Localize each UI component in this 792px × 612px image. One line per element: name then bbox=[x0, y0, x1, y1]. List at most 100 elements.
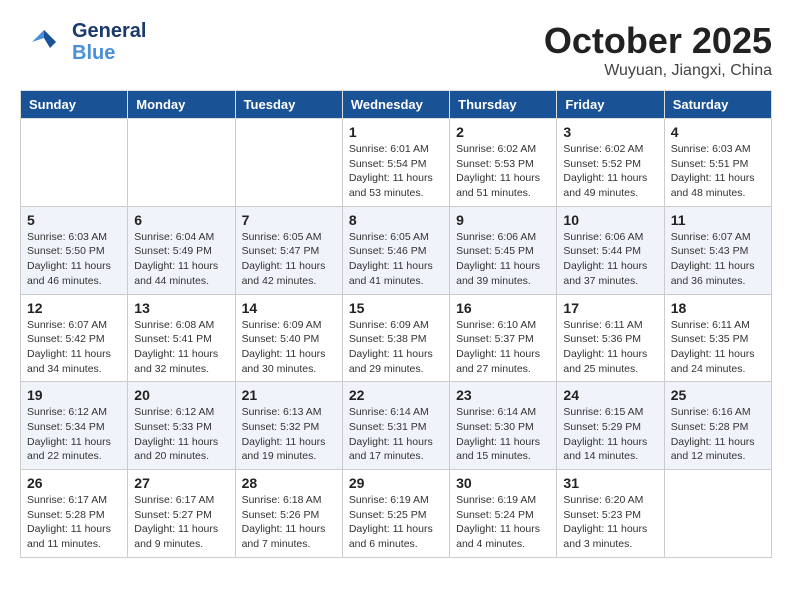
calendar-cell: 5 Sunrise: 6:03 AM Sunset: 5:50 PM Daylig… bbox=[21, 206, 128, 294]
day-number: 27 bbox=[134, 475, 228, 491]
day-number: 24 bbox=[563, 387, 657, 403]
day-info: Sunrise: 6:02 AM Sunset: 5:53 PM Dayligh… bbox=[456, 142, 550, 201]
calendar-cell: 7Sunrise: 6:05 AM Sunset: 5:47 PM Daylig… bbox=[235, 206, 342, 294]
day-number: 11 bbox=[671, 212, 765, 228]
calendar-table: SundayMondayTuesdayWednesdayThursdayFrid… bbox=[20, 90, 772, 558]
weekday-header-sunday: Sunday bbox=[21, 91, 128, 119]
calendar-cell bbox=[664, 470, 771, 558]
day-number: 23 bbox=[456, 387, 550, 403]
day-info: Sunrise: 6:04 AM Sunset: 5:49 PM Dayligh… bbox=[134, 230, 228, 289]
day-number: 16 bbox=[456, 300, 550, 316]
calendar-cell: 30 Sunrise: 6:19 AM Sunset: 5:24 PM Dayli… bbox=[450, 470, 557, 558]
day-number: 6 bbox=[134, 212, 228, 228]
day-number: 8 bbox=[349, 212, 443, 228]
calendar-cell: 4 Sunrise: 6:03 AM Sunset: 5:51 PM Daylig… bbox=[664, 119, 771, 207]
calendar-cell: 26 Sunrise: 6:17 AM Sunset: 5:28 PM Dayli… bbox=[21, 470, 128, 558]
day-number: 15 bbox=[349, 300, 443, 316]
day-number: 25 bbox=[671, 387, 765, 403]
day-number: 2 bbox=[456, 124, 550, 140]
day-number: 13 bbox=[134, 300, 228, 316]
day-info: Sunrise: 6:10 AM Sunset: 5:37 PM Dayligh… bbox=[456, 318, 550, 377]
weekday-header-wednesday: Wednesday bbox=[342, 91, 449, 119]
day-number: 12 bbox=[27, 300, 121, 316]
calendar-cell: 22 Sunrise: 6:14 AM Sunset: 5:31 PM Dayli… bbox=[342, 382, 449, 470]
title-block: October 2025 Wuyuan, Jiangxi, China bbox=[544, 20, 772, 80]
calendar-cell: 3 Sunrise: 6:02 AM Sunset: 5:52 PM Daylig… bbox=[557, 119, 664, 207]
calendar-cell: 19 Sunrise: 6:12 AM Sunset: 5:34 PM Dayli… bbox=[21, 382, 128, 470]
calendar-cell: 21Sunrise: 6:13 AM Sunset: 5:32 PM Dayli… bbox=[235, 382, 342, 470]
day-info: Sunrise: 6:03 AM Sunset: 5:51 PM Dayligh… bbox=[671, 142, 765, 201]
day-info: Sunrise: 6:05 AM Sunset: 5:47 PM Dayligh… bbox=[242, 230, 336, 289]
day-info: Sunrise: 6:14 AM Sunset: 5:31 PM Dayligh… bbox=[349, 405, 443, 464]
day-number: 20 bbox=[134, 387, 228, 403]
day-info: Sunrise: 6:07 AM Sunset: 5:42 PM Dayligh… bbox=[27, 318, 121, 377]
calendar-cell: 15 Sunrise: 6:09 AM Sunset: 5:38 PM Dayli… bbox=[342, 294, 449, 382]
day-number: 26 bbox=[27, 475, 121, 491]
calendar-cell: 12 Sunrise: 6:07 AM Sunset: 5:42 PM Dayli… bbox=[21, 294, 128, 382]
page-header: General Blue October 2025 Wuyuan, Jiangx… bbox=[20, 20, 772, 80]
day-number: 31 bbox=[563, 475, 657, 491]
day-info: Sunrise: 6:12 AM Sunset: 5:33 PM Dayligh… bbox=[134, 405, 228, 464]
day-number: 4 bbox=[671, 124, 765, 140]
logo-line1: General bbox=[72, 20, 146, 42]
calendar-cell: 11 Sunrise: 6:07 AM Sunset: 5:43 PM Dayli… bbox=[664, 206, 771, 294]
logo-bird-icon bbox=[20, 22, 68, 62]
day-info: Sunrise: 6:18 AM Sunset: 5:26 PM Dayligh… bbox=[242, 493, 336, 552]
day-number: 18 bbox=[671, 300, 765, 316]
day-number: 28 bbox=[242, 475, 336, 491]
calendar-cell: 8Sunrise: 6:05 AM Sunset: 5:46 PM Daylig… bbox=[342, 206, 449, 294]
day-number: 21 bbox=[242, 387, 336, 403]
day-info: Sunrise: 6:19 AM Sunset: 5:24 PM Dayligh… bbox=[456, 493, 550, 552]
calendar-cell: 25 Sunrise: 6:16 AM Sunset: 5:28 PM Dayli… bbox=[664, 382, 771, 470]
weekday-header-tuesday: Tuesday bbox=[235, 91, 342, 119]
calendar-cell: 2 Sunrise: 6:02 AM Sunset: 5:53 PM Daylig… bbox=[450, 119, 557, 207]
day-info: Sunrise: 6:08 AM Sunset: 5:41 PM Dayligh… bbox=[134, 318, 228, 377]
day-info: Sunrise: 6:06 AM Sunset: 5:44 PM Dayligh… bbox=[563, 230, 657, 289]
day-info: Sunrise: 6:17 AM Sunset: 5:27 PM Dayligh… bbox=[134, 493, 228, 552]
day-number: 3 bbox=[563, 124, 657, 140]
day-info: Sunrise: 6:12 AM Sunset: 5:34 PM Dayligh… bbox=[27, 405, 121, 464]
calendar-cell bbox=[235, 119, 342, 207]
day-info: Sunrise: 6:16 AM Sunset: 5:28 PM Dayligh… bbox=[671, 405, 765, 464]
day-number: 10 bbox=[563, 212, 657, 228]
day-info: Sunrise: 6:19 AM Sunset: 5:25 PM Dayligh… bbox=[349, 493, 443, 552]
calendar-cell: 17Sunrise: 6:11 AM Sunset: 5:36 PM Dayli… bbox=[557, 294, 664, 382]
weekday-header-saturday: Saturday bbox=[664, 91, 771, 119]
logo: General Blue bbox=[20, 20, 146, 64]
location-subtitle: Wuyuan, Jiangxi, China bbox=[544, 62, 772, 80]
calendar-cell: 6 Sunrise: 6:04 AM Sunset: 5:49 PM Daylig… bbox=[128, 206, 235, 294]
day-number: 1 bbox=[349, 124, 443, 140]
calendar-cell bbox=[128, 119, 235, 207]
day-number: 29 bbox=[349, 475, 443, 491]
day-info: Sunrise: 6:11 AM Sunset: 5:35 PM Dayligh… bbox=[671, 318, 765, 377]
day-info: Sunrise: 6:11 AM Sunset: 5:36 PM Dayligh… bbox=[563, 318, 657, 377]
day-info: Sunrise: 6:20 AM Sunset: 5:23 PM Dayligh… bbox=[563, 493, 657, 552]
day-number: 5 bbox=[27, 212, 121, 228]
day-info: Sunrise: 6:02 AM Sunset: 5:52 PM Dayligh… bbox=[563, 142, 657, 201]
calendar-cell bbox=[21, 119, 128, 207]
day-number: 14 bbox=[242, 300, 336, 316]
weekday-header-thursday: Thursday bbox=[450, 91, 557, 119]
day-number: 22 bbox=[349, 387, 443, 403]
day-info: Sunrise: 6:07 AM Sunset: 5:43 PM Dayligh… bbox=[671, 230, 765, 289]
calendar-cell: 18 Sunrise: 6:11 AM Sunset: 5:35 PM Dayli… bbox=[664, 294, 771, 382]
calendar-cell: 27 Sunrise: 6:17 AM Sunset: 5:27 PM Dayli… bbox=[128, 470, 235, 558]
month-title: October 2025 bbox=[544, 20, 772, 62]
day-info: Sunrise: 6:17 AM Sunset: 5:28 PM Dayligh… bbox=[27, 493, 121, 552]
day-info: Sunrise: 6:01 AM Sunset: 5:54 PM Dayligh… bbox=[349, 142, 443, 201]
calendar-cell: 10 Sunrise: 6:06 AM Sunset: 5:44 PM Dayli… bbox=[557, 206, 664, 294]
calendar-cell: 20 Sunrise: 6:12 AM Sunset: 5:33 PM Dayli… bbox=[128, 382, 235, 470]
day-info: Sunrise: 6:09 AM Sunset: 5:38 PM Dayligh… bbox=[349, 318, 443, 377]
calendar-cell: 13 Sunrise: 6:08 AM Sunset: 5:41 PM Dayli… bbox=[128, 294, 235, 382]
logo-line2: Blue bbox=[72, 42, 146, 64]
day-info: Sunrise: 6:03 AM Sunset: 5:50 PM Dayligh… bbox=[27, 230, 121, 289]
weekday-header-friday: Friday bbox=[557, 91, 664, 119]
calendar-cell: 1 Sunrise: 6:01 AM Sunset: 5:54 PM Daylig… bbox=[342, 119, 449, 207]
weekday-header-monday: Monday bbox=[128, 91, 235, 119]
day-number: 19 bbox=[27, 387, 121, 403]
day-number: 30 bbox=[456, 475, 550, 491]
day-info: Sunrise: 6:09 AM Sunset: 5:40 PM Dayligh… bbox=[242, 318, 336, 377]
calendar-cell: 24 Sunrise: 6:15 AM Sunset: 5:29 PM Dayli… bbox=[557, 382, 664, 470]
day-info: Sunrise: 6:15 AM Sunset: 5:29 PM Dayligh… bbox=[563, 405, 657, 464]
calendar-cell: 28 Sunrise: 6:18 AM Sunset: 5:26 PM Dayli… bbox=[235, 470, 342, 558]
